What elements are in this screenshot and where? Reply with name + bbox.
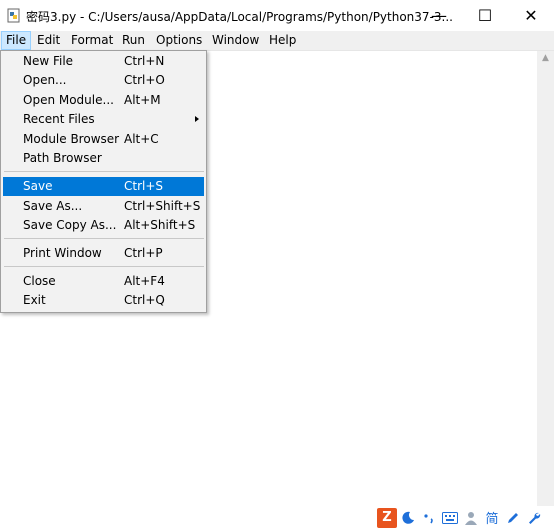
pen-icon[interactable] bbox=[503, 508, 523, 528]
menu-item-recent-files[interactable]: Recent Files bbox=[3, 110, 204, 129]
menu-item-shortcut: Alt+M bbox=[124, 93, 161, 107]
menu-format[interactable]: Format bbox=[67, 31, 117, 50]
menu-item-save[interactable]: Save Ctrl+S bbox=[3, 177, 204, 196]
scroll-up-icon[interactable]: ▲ bbox=[541, 54, 550, 63]
menu-item-label: Open Module... bbox=[23, 93, 114, 107]
menu-item-shortcut: Alt+C bbox=[124, 132, 159, 146]
menu-item-label: Path Browser bbox=[23, 151, 102, 165]
menu-item-shortcut: Ctrl+P bbox=[124, 246, 163, 260]
close-icon: ✕ bbox=[524, 6, 538, 25]
menu-item-label: Recent Files bbox=[23, 112, 95, 126]
menu-window[interactable]: Window bbox=[208, 31, 263, 50]
menu-item-label: Print Window bbox=[23, 246, 102, 260]
ime-toolbar: Z 简 bbox=[377, 506, 554, 529]
menu-item-label: Save bbox=[23, 179, 53, 193]
python-file-icon bbox=[7, 8, 20, 23]
menu-item-save-as[interactable]: Save As... Ctrl+Shift+S bbox=[3, 197, 204, 216]
simplified-chinese-icon[interactable]: 简 bbox=[482, 508, 502, 528]
close-button[interactable]: ✕ bbox=[508, 0, 554, 31]
maximize-icon: ☐ bbox=[477, 6, 493, 25]
menu-bar: File Edit Format Run Options Window Help bbox=[0, 31, 554, 51]
menu-item-label: Open... bbox=[23, 73, 67, 87]
menu-item-label: Save Copy As... bbox=[23, 218, 117, 232]
menu-run[interactable]: Run bbox=[118, 31, 149, 50]
menu-item-open[interactable]: Open... Ctrl+O bbox=[3, 71, 204, 90]
menu-separator bbox=[4, 266, 204, 267]
menu-item-save-copy-as[interactable]: Save Copy As... Alt+Shift+S bbox=[3, 216, 204, 235]
menu-options[interactable]: Options bbox=[152, 31, 206, 50]
menu-separator bbox=[4, 171, 204, 172]
minimize-icon: — bbox=[431, 6, 447, 25]
menu-file[interactable]: File bbox=[1, 31, 32, 50]
menu-item-label: Save As... bbox=[23, 199, 83, 213]
menu-item-shortcut: Ctrl+O bbox=[124, 73, 165, 87]
submenu-arrow-icon bbox=[195, 116, 199, 122]
menu-item-shortcut: Alt+F4 bbox=[124, 274, 165, 288]
minimize-button[interactable]: — bbox=[416, 0, 462, 31]
menu-item-open-module[interactable]: Open Module... Alt+M bbox=[3, 91, 204, 110]
menu-item-shortcut: Ctrl+S bbox=[124, 179, 164, 193]
user-icon[interactable] bbox=[461, 508, 481, 528]
wrench-icon[interactable] bbox=[524, 508, 544, 528]
menu-item-exit[interactable]: Exit Ctrl+Q bbox=[3, 291, 204, 310]
window-title: 密码3.py - C:/Users/ausa/AppData/Local/Pro… bbox=[26, 10, 453, 24]
ime-logo-icon[interactable]: Z bbox=[377, 507, 397, 528]
menu-item-label: New File bbox=[23, 54, 74, 68]
menu-help[interactable]: Help bbox=[265, 31, 300, 50]
menu-item-label: Module Browser bbox=[23, 132, 120, 146]
menu-item-path-browser[interactable]: Path Browser bbox=[3, 149, 204, 168]
menu-item-shortcut: Alt+Shift+S bbox=[124, 218, 196, 232]
file-menu-dropdown: New File Ctrl+N Open... Ctrl+O Open Modu… bbox=[0, 50, 207, 313]
menu-item-label: Close bbox=[23, 274, 56, 288]
menu-item-shortcut: Ctrl+Shift+S bbox=[124, 199, 201, 213]
vertical-scrollbar[interactable]: ▲ bbox=[537, 51, 554, 529]
menu-item-shortcut: Ctrl+N bbox=[124, 54, 165, 68]
punctuation-icon[interactable] bbox=[419, 508, 439, 528]
title-bar: 密码3.py - C:/Users/ausa/AppData/Local/Pro… bbox=[0, 0, 554, 31]
maximize-button[interactable]: ☐ bbox=[462, 0, 508, 31]
menu-item-close[interactable]: Close Alt+F4 bbox=[3, 272, 204, 291]
menu-item-new-file[interactable]: New File Ctrl+N bbox=[3, 52, 204, 71]
moon-icon[interactable] bbox=[398, 508, 418, 528]
menu-item-module-browser[interactable]: Module Browser Alt+C bbox=[3, 130, 204, 149]
menu-separator bbox=[4, 238, 204, 239]
menu-item-shortcut: Ctrl+Q bbox=[124, 293, 165, 307]
menu-item-print-window[interactable]: Print Window Ctrl+P bbox=[3, 244, 204, 263]
menu-item-label: Exit bbox=[23, 293, 46, 307]
keyboard-icon[interactable] bbox=[440, 508, 460, 528]
menu-edit[interactable]: Edit bbox=[33, 31, 64, 50]
